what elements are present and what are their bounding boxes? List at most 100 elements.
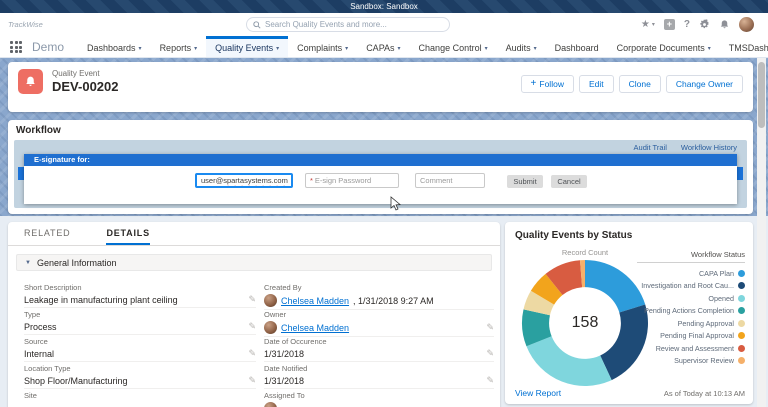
nav-item-tmsdashboard[interactable]: TMSDashboard bbox=[720, 36, 768, 57]
record-header-card: Quality Event DEV-00202 + Follow Edit Clone… bbox=[8, 62, 753, 112]
nav-item-complaints[interactable]: Complaints ▾ bbox=[288, 36, 357, 57]
scrollbar-track[interactable] bbox=[757, 58, 766, 407]
edit-pencil-icon[interactable]: ✎ bbox=[248, 294, 256, 305]
chevron-down-icon: ▾ bbox=[276, 45, 280, 52]
setup-gear-icon[interactable] bbox=[699, 19, 710, 30]
legend-item-pending-final-approval[interactable]: Pending Final Approval bbox=[637, 330, 745, 343]
nav-item-reports[interactable]: Reports ▾ bbox=[151, 36, 207, 57]
legend-item-review-and-assessment[interactable]: Review and Assessment bbox=[637, 342, 745, 355]
legend-item-pending-actions-completion[interactable]: Pending Actions Completion bbox=[637, 305, 745, 318]
field-value-text: Process bbox=[24, 321, 57, 332]
nav-item-dashboard[interactable]: Dashboard bbox=[546, 36, 608, 57]
avatar bbox=[264, 321, 277, 334]
esign-username-input[interactable]: user@ spartasystems.com bbox=[195, 173, 293, 188]
favorites-star-icon[interactable]: ★ ▾ bbox=[641, 19, 655, 30]
chevron-down-icon: ▾ bbox=[707, 45, 711, 52]
field-label: Assigned To bbox=[264, 391, 305, 400]
help-icon[interactable]: ? bbox=[684, 19, 690, 30]
edit-pencil-icon[interactable]: ✎ bbox=[248, 348, 256, 359]
legend-label: Opened bbox=[708, 293, 734, 303]
button-label: Clone bbox=[628, 79, 651, 89]
field-value: 1/31/2018 bbox=[264, 376, 486, 386]
field-value-text: Shop Floor/Manufacturing bbox=[24, 375, 128, 386]
field-value-row: Internal ✎ bbox=[24, 348, 256, 362]
donut-chart: 158 bbox=[520, 258, 650, 388]
audit-trail-link[interactable]: Audit Trail bbox=[634, 143, 667, 152]
esignature-modal: E-signature for: user@ spartasystems.com … bbox=[24, 154, 737, 204]
esign-comment-input[interactable]: Comment bbox=[415, 173, 485, 188]
field-value-text: 1/31/2018 bbox=[264, 348, 305, 359]
required-asterisk: * bbox=[310, 176, 313, 185]
edit-button[interactable]: Edit bbox=[578, 75, 614, 93]
chart-as-of-timestamp: As of Today at 10:13 AM bbox=[663, 389, 745, 398]
field-label: Short Description bbox=[24, 283, 82, 292]
nav-item-dashboards[interactable]: Dashboards ▾ bbox=[78, 36, 151, 57]
nav-item-label: Dashboards bbox=[87, 43, 136, 53]
field-owner: Owner Chelsea Madden ✎ bbox=[264, 308, 494, 337]
field-value-row bbox=[24, 402, 256, 407]
cancel-button[interactable]: Cancel bbox=[551, 175, 587, 188]
esign-comment-placeholder: Comment bbox=[420, 176, 453, 185]
legend-label: Pending Final Approval bbox=[660, 331, 734, 341]
field-value: Shop Floor/Manufacturing bbox=[24, 376, 248, 386]
search-icon bbox=[253, 20, 261, 29]
application-window: Sandbox: Sandbox TrackWise Search Qualit… bbox=[0, 0, 768, 407]
chevron-down-icon: ▾ bbox=[484, 45, 488, 52]
field-value-text: Internal bbox=[24, 348, 55, 359]
record-link[interactable]: Chelsea Madden bbox=[281, 296, 349, 306]
tab-details[interactable]: DETAILS bbox=[106, 222, 150, 245]
record-link[interactable]: Chelsea Madden bbox=[281, 323, 349, 333]
legend-item-investigation-and-root-cau[interactable]: Investigation and Root Cau... bbox=[637, 280, 745, 293]
edit-pencil-icon[interactable]: ✎ bbox=[486, 348, 494, 359]
edit-pencil-icon[interactable]: ✎ bbox=[248, 321, 256, 332]
edit-pencil-icon[interactable]: ✎ bbox=[486, 375, 494, 386]
nav-item-change-control[interactable]: Change Control ▾ bbox=[410, 36, 497, 57]
search-placeholder: Search Quality Events and more... bbox=[265, 20, 387, 29]
nav-item-audits[interactable]: Audits ▾ bbox=[497, 36, 546, 57]
record-action-buttons: + Follow Edit Clone Change Owner bbox=[520, 75, 743, 93]
nav-item-capas[interactable]: CAPAs ▾ bbox=[357, 36, 409, 57]
legend-item-opened[interactable]: Opened bbox=[637, 292, 745, 305]
follow-button[interactable]: + Follow bbox=[520, 75, 574, 93]
user-avatar[interactable] bbox=[739, 17, 754, 32]
chart-title: Quality Events by Status bbox=[515, 230, 633, 241]
esign-username-domain-part: spartasystems.com bbox=[223, 176, 288, 185]
record-title: DEV-00202 bbox=[52, 79, 119, 94]
notifications-bell-icon[interactable] bbox=[719, 19, 730, 30]
nav-item-label: Complaints bbox=[297, 43, 343, 53]
workflow-history-link[interactable]: Workflow History bbox=[681, 143, 737, 152]
add-icon[interactable]: + bbox=[663, 19, 675, 30]
nav-item-quality-events[interactable]: Quality Events ▾ bbox=[206, 36, 289, 57]
nav-items: Dashboards ▾ Reports ▾ Quality Events ▾ Compla… bbox=[78, 36, 768, 57]
clone-button[interactable]: Clone bbox=[618, 75, 661, 93]
donut-segment-opened[interactable] bbox=[526, 336, 612, 387]
chevron-down-icon: ▾ bbox=[533, 45, 537, 52]
esign-password-input[interactable]: * E-sign Password bbox=[305, 173, 399, 188]
edit-pencil-icon[interactable]: ✎ bbox=[486, 322, 494, 333]
field-value: Chelsea Madden bbox=[264, 321, 486, 334]
field-value-row: Shop Floor/Manufacturing ✎ bbox=[24, 375, 256, 389]
section-general-information[interactable]: ▼ General Information bbox=[16, 254, 492, 271]
view-report-link[interactable]: View Report bbox=[515, 388, 561, 398]
change-owner-button[interactable]: Change Owner bbox=[665, 75, 743, 93]
edit-pencil-icon[interactable]: ✎ bbox=[248, 375, 256, 386]
legend-item-capa-plan[interactable]: CAPA Plan bbox=[637, 267, 745, 280]
field-value: Process bbox=[24, 322, 248, 332]
detail-tabs: RELATED DETAILS bbox=[8, 222, 500, 246]
global-search-input[interactable]: Search Quality Events and more... bbox=[246, 17, 450, 32]
field-value: Leakage in manufacturing plant ceiling bbox=[24, 295, 248, 305]
app-logo: TrackWise bbox=[8, 20, 43, 29]
legend-label: Supervisor Review bbox=[674, 356, 734, 366]
field-value-row bbox=[264, 402, 494, 407]
legend-item-pending-approval[interactable]: Pending Approval bbox=[637, 317, 745, 330]
app-launcher-icon[interactable] bbox=[10, 41, 22, 53]
workflow-links: Audit Trail Workflow History bbox=[634, 143, 737, 152]
nav-item-label: Dashboard bbox=[554, 43, 599, 53]
scrollbar-thumb[interactable] bbox=[758, 62, 765, 128]
nav-item-corporate-documents[interactable]: Corporate Documents ▾ bbox=[608, 36, 720, 57]
legend-item-supervisor-review[interactable]: Supervisor Review bbox=[637, 355, 745, 368]
submit-button[interactable]: Submit bbox=[507, 175, 543, 188]
tab-related[interactable]: RELATED bbox=[24, 222, 70, 245]
field-label: Date Notified bbox=[264, 364, 308, 373]
legend-dot bbox=[738, 282, 745, 290]
